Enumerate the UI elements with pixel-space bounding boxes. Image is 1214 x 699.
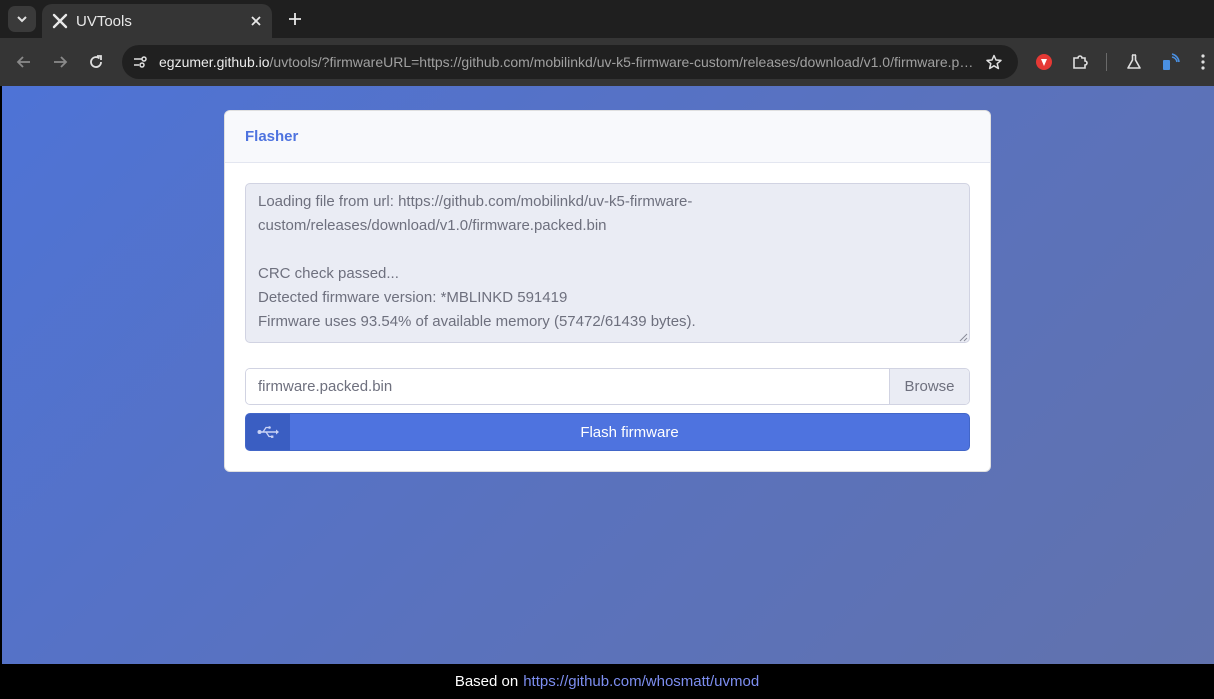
shield-extension-icon[interactable] bbox=[1030, 48, 1058, 76]
reload-button[interactable] bbox=[82, 48, 110, 76]
flash-firmware-button[interactable]: Flash firmware bbox=[245, 413, 970, 451]
page-viewport: Flasher Loading file from url: https://g… bbox=[2, 86, 1214, 664]
arrow-right-icon bbox=[54, 56, 68, 68]
reload-icon bbox=[90, 55, 102, 68]
extensions-puzzle-icon[interactable] bbox=[1066, 48, 1094, 76]
card-header: Flasher bbox=[225, 111, 990, 163]
flash-firmware-label: Flash firmware bbox=[580, 423, 679, 441]
tab-title: UVTools bbox=[76, 12, 132, 30]
forward-button[interactable] bbox=[46, 48, 74, 76]
chevron-down-icon bbox=[17, 16, 27, 23]
new-tab-button[interactable] bbox=[282, 6, 308, 32]
usb-icon bbox=[246, 414, 290, 450]
card-title: Flasher bbox=[245, 128, 299, 145]
url-host: egzumer.github.io bbox=[159, 54, 270, 70]
file-name-field[interactable]: firmware.packed.bin bbox=[246, 369, 889, 404]
footer-text: Based on bbox=[454, 673, 519, 690]
back-button[interactable] bbox=[10, 48, 38, 76]
file-input-group[interactable]: firmware.packed.bin Browse bbox=[245, 368, 970, 405]
site-info-icon[interactable] bbox=[126, 48, 154, 76]
tab-search-button[interactable] bbox=[8, 6, 36, 32]
browse-button[interactable]: Browse bbox=[889, 369, 969, 404]
url-path: /uvtools/?firmwareURL=https://github.com… bbox=[269, 54, 977, 70]
address-bar[interactable]: egzumer.github.io/uvtools/?firmwareURL=h… bbox=[122, 45, 1018, 79]
browser-tab[interactable]: UVTools bbox=[42, 4, 272, 38]
toolbar-separator bbox=[1106, 53, 1107, 71]
plus-icon bbox=[289, 13, 301, 25]
resize-grip-icon[interactable] bbox=[959, 333, 968, 342]
footer-link[interactable]: https://github.com/whosmatt/uvmod bbox=[523, 673, 759, 690]
page-footer: Based on https://github.com/whosmatt/uvm… bbox=[0, 664, 1214, 699]
flask-icon[interactable] bbox=[1120, 48, 1148, 76]
menu-kebab-icon[interactable] bbox=[1192, 48, 1214, 76]
close-tab-icon[interactable] bbox=[244, 9, 268, 33]
browser-toolbar: egzumer.github.io/uvtools/?firmwareURL=h… bbox=[0, 38, 1214, 86]
browser-tab-strip: UVTools bbox=[0, 0, 1214, 38]
cast-icon[interactable] bbox=[1156, 48, 1184, 76]
tools-icon bbox=[52, 13, 68, 29]
url-text: egzumer.github.io/uvtools/?firmwareURL=h… bbox=[159, 54, 977, 70]
bookmark-star-icon[interactable] bbox=[980, 48, 1008, 76]
flasher-card: Flasher Loading file from url: https://g… bbox=[224, 110, 991, 472]
arrow-left-icon bbox=[16, 56, 30, 68]
flasher-log-textarea[interactable]: Loading file from url: https://github.co… bbox=[245, 183, 970, 343]
